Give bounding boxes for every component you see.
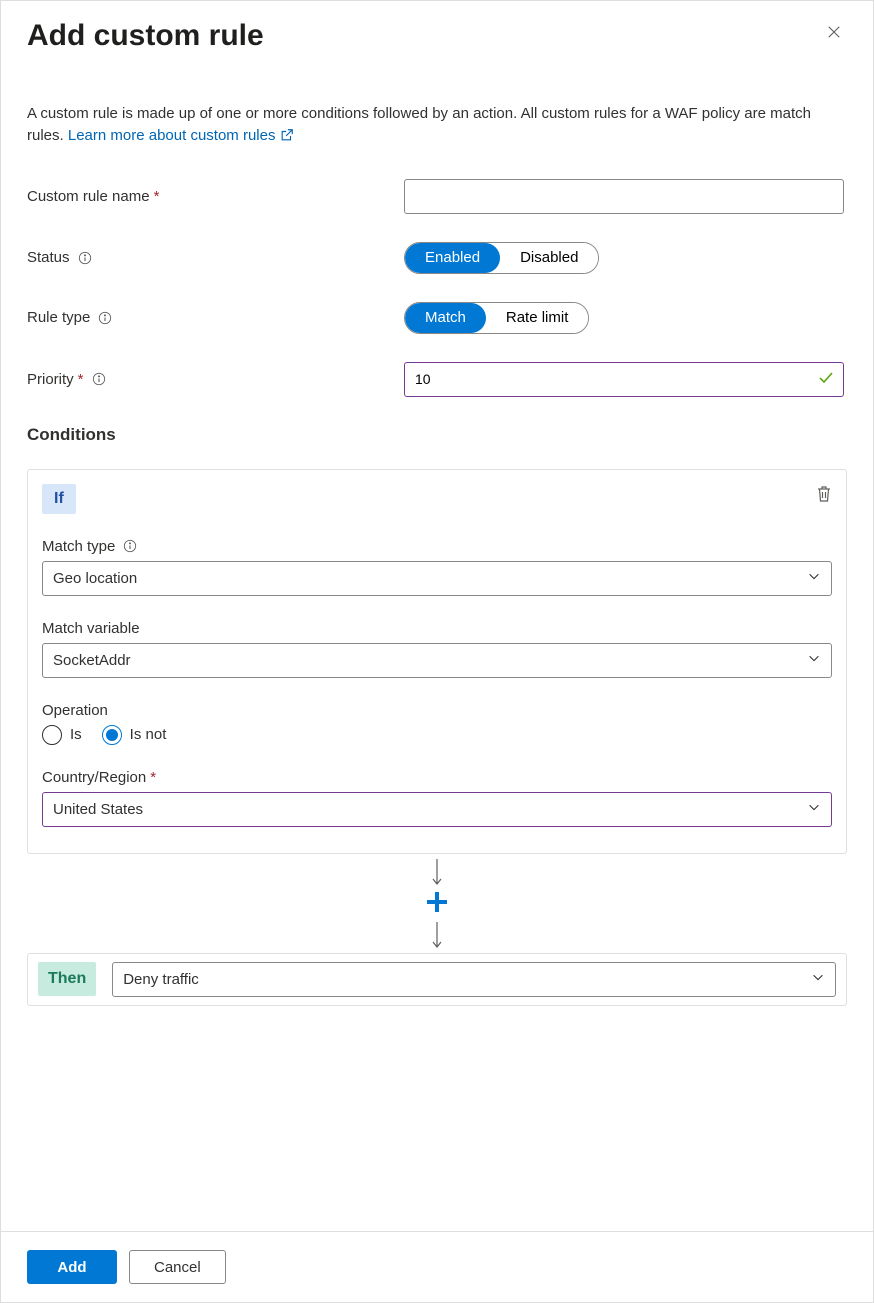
then-row: Then Deny traffic <box>27 953 847 1006</box>
chevron-down-icon <box>807 569 821 587</box>
rule-type-rate[interactable]: Rate limit <box>486 303 589 333</box>
delete-condition-button[interactable] <box>816 484 832 507</box>
footer: Add Cancel <box>1 1231 873 1302</box>
match-type-select[interactable]: Geo location <box>42 561 832 596</box>
radio-icon <box>42 725 62 745</box>
action-select[interactable]: Deny traffic <box>112 962 836 997</box>
operation-is-not-radio[interactable]: Is not <box>102 725 167 745</box>
info-icon[interactable] <box>98 311 112 325</box>
match-variable-label: Match variable <box>42 620 832 637</box>
close-button[interactable] <box>821 19 847 48</box>
condition-card: If Match type Geo location <box>27 469 847 854</box>
rule-name-input[interactable] <box>404 179 844 214</box>
panel-header: Add custom rule <box>27 19 847 53</box>
external-link-icon <box>280 127 294 149</box>
radio-icon <box>102 725 122 745</box>
arrow-down-icon <box>27 858 847 886</box>
priority-label: Priority* <box>27 371 404 388</box>
conditions-heading: Conditions <box>27 425 847 445</box>
close-icon <box>825 28 843 44</box>
chevron-down-icon <box>811 970 825 988</box>
country-label: Country/Region* <box>42 769 832 786</box>
status-disabled[interactable]: Disabled <box>500 243 598 273</box>
info-icon[interactable] <box>78 251 92 265</box>
radio-label: Is <box>70 726 82 743</box>
add-condition-button[interactable] <box>27 890 847 917</box>
match-type-label: Match type <box>42 538 832 555</box>
if-badge: If <box>42 484 76 514</box>
priority-input[interactable] <box>404 362 844 397</box>
match-variable-value: SocketAddr <box>53 652 131 669</box>
intro-text: A custom rule is made up of one or more … <box>27 103 847 149</box>
info-icon[interactable] <box>92 372 106 386</box>
rule-name-label: Custom rule name* <box>27 188 404 205</box>
chevron-down-icon <box>807 800 821 818</box>
plus-icon <box>425 890 449 917</box>
trash-icon <box>816 491 832 507</box>
rule-type-match[interactable]: Match <box>405 303 486 333</box>
status-label: Status <box>27 249 404 266</box>
operation-is-radio[interactable]: Is <box>42 725 82 745</box>
country-value: United States <box>53 801 143 818</box>
operation-label: Operation <box>42 702 832 719</box>
add-button[interactable]: Add <box>27 1250 117 1284</box>
match-type-value: Geo location <box>53 570 137 587</box>
action-value: Deny traffic <box>123 971 199 988</box>
status-toggle: Enabled Disabled <box>404 242 599 274</box>
match-variable-select[interactable]: SocketAddr <box>42 643 832 678</box>
checkmark-icon <box>818 370 834 389</box>
arrow-down-icon <box>27 921 847 949</box>
info-icon[interactable] <box>123 539 137 553</box>
learn-more-link[interactable]: Learn more about custom rules <box>68 127 294 144</box>
status-enabled[interactable]: Enabled <box>405 243 500 273</box>
radio-label: Is not <box>130 726 167 743</box>
rule-type-toggle: Match Rate limit <box>404 302 589 334</box>
chevron-down-icon <box>807 651 821 669</box>
page-title: Add custom rule <box>27 19 264 53</box>
cancel-button[interactable]: Cancel <box>129 1250 226 1284</box>
country-select[interactable]: United States <box>42 792 832 827</box>
then-badge: Then <box>38 962 96 996</box>
rule-type-label: Rule type <box>27 309 404 326</box>
